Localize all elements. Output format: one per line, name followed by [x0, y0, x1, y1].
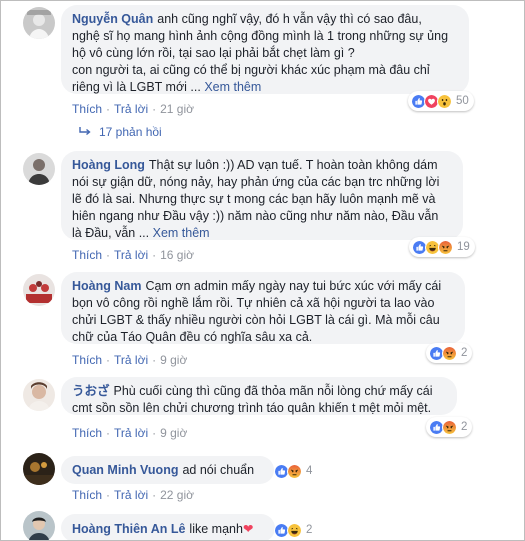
reaction-count: 4	[306, 465, 313, 477]
angry-face-icon	[287, 463, 302, 479]
comment-text-line: là Đầu, vẫn ...	[72, 226, 150, 240]
comment-text-line: riêng vì là LGBT mới ...	[72, 80, 201, 94]
avatar[interactable]	[23, 453, 55, 485]
reaction-count: 50	[456, 95, 469, 107]
reaction-count: 19	[457, 241, 470, 253]
comment-text: like mạnh	[189, 522, 243, 536]
comment-actions: Thích · Trả lời · 22 giờ	[72, 488, 194, 502]
avatar[interactable]	[23, 379, 55, 411]
comment-text-line: Phù cuối cùng thì cũng đã thỏa mãn nỗi l…	[113, 384, 433, 398]
comments-panel: Nguyễn Quân anh cũng nghĩ vậy, đó h vẫn v…	[0, 0, 525, 541]
timestamp[interactable]: 21 giờ	[160, 102, 194, 116]
view-replies-link[interactable]: 17 phản hồi	[79, 125, 162, 139]
avatar[interactable]	[23, 7, 55, 39]
comment-text-line: bọn vô công rồi nghề lắm rồi. Tự nhiên c…	[72, 296, 435, 310]
reaction-count: 2	[461, 347, 468, 359]
timestamp[interactable]: 9 giờ	[160, 353, 187, 367]
avatar[interactable]	[23, 274, 55, 306]
comment-text-line: nghệ sĩ họ mang hình ảnh cộng đồng mình …	[72, 29, 449, 43]
comment-bubble: うおざ Phù cuối cùng thì cũng đã thỏa mãn nỗ…	[61, 377, 457, 415]
comment-text-line: cmt sồn sồn lên chửi chương trình táo qu…	[72, 401, 432, 415]
replies-count-label[interactable]: 17 phản hồi	[99, 125, 162, 139]
comment-text-line: chửi LGBT & thấy nhiều người còn hỏi LGB…	[72, 313, 440, 327]
comment-text-line: hiên ngang như Đầu vậy :)) năm nào cũng …	[72, 209, 439, 223]
timestamp[interactable]: 22 giờ	[160, 488, 194, 502]
reply-link[interactable]: Trả lời	[114, 353, 148, 367]
reaction-summary[interactable]: 2	[426, 417, 473, 437]
angry-face-icon	[438, 239, 453, 255]
avatar[interactable]	[23, 511, 55, 540]
angry-face-icon	[442, 419, 457, 435]
reply-link[interactable]: Trả lời	[114, 102, 148, 116]
reaction-summary[interactable]: 19	[409, 237, 475, 257]
comment-bubble: Hoàng Thiên An Lê like mạnh❤	[61, 514, 275, 540]
wow-face-icon	[437, 93, 452, 109]
comment-text-line: hộ vô cùng lớn rồi, tại sao lại phải bắt…	[72, 46, 355, 60]
comment-text-line: Thật sự luôn :)) AD vạn tuế. T hoàn toàn…	[148, 158, 438, 172]
comment-bubble: Hoàng Nam Cạm ơn admin mấy ngày nay tui b…	[61, 272, 465, 344]
comment-text-line: con người ta, ai cũng có thể bị người kh…	[72, 63, 430, 77]
like-link[interactable]: Thích	[72, 353, 102, 367]
comment-actions: Thích · Trả lời · 9 giờ	[72, 353, 188, 367]
comment-text-line: chữ của Táo Quân đều có nghĩa sâu xa cả.	[72, 330, 313, 344]
like-link[interactable]: Thích	[72, 248, 102, 262]
comment-actions: Thích · Trả lời · 16 giờ	[72, 248, 194, 262]
like-link[interactable]: Thích	[72, 426, 102, 440]
reaction-summary[interactable]: 4	[271, 461, 317, 481]
author-name[interactable]: うおざ	[72, 384, 110, 398]
see-more-link[interactable]: Xem thêm	[204, 80, 261, 94]
like-link[interactable]: Thích	[72, 102, 102, 116]
comment-text-line: anh cũng nghĩ vậy, đó h vẫn vậy thì có s…	[157, 12, 422, 26]
comment-text-line: lẽ đó là sai. Nhưng thực sự t mong các b…	[72, 192, 436, 206]
author-name[interactable]: Hoàng Nam	[72, 279, 141, 293]
timestamp[interactable]: 9 giờ	[160, 426, 187, 440]
reply-link[interactable]: Trả lời	[114, 248, 148, 262]
comment-bubble: Nguyễn Quân anh cũng nghĩ vậy, đó h vẫn v…	[61, 5, 469, 94]
author-name[interactable]: Hoàng Long	[72, 158, 145, 172]
reaction-summary[interactable]: 2	[426, 343, 473, 363]
see-more-link[interactable]: Xem thêm	[153, 226, 210, 240]
timestamp[interactable]: 16 giờ	[160, 248, 194, 262]
author-name[interactable]: Hoàng Thiên An Lê	[72, 522, 185, 536]
comment-bubble: Hoàng Long Thật sự luôn :)) AD vạn tuế. T…	[61, 151, 463, 240]
heart-emoji: ❤	[242, 521, 254, 536]
avatar[interactable]	[23, 153, 55, 185]
reaction-count: 2	[461, 421, 468, 433]
author-name[interactable]: Nguyễn Quân	[72, 12, 153, 26]
comment-text-line: nói sự giận dữ, nóng nảy, hay phản ứng c…	[72, 175, 440, 189]
reply-link[interactable]: Trả lời	[114, 426, 148, 440]
comment-bubble: Quan Minh Vuong ad nói chuẩn	[61, 456, 274, 484]
author-name[interactable]: Quan Minh Vuong	[72, 463, 178, 477]
reaction-summary[interactable]: 2	[271, 520, 317, 540]
haha-face-icon	[287, 522, 302, 538]
reaction-summary[interactable]: 50	[408, 91, 474, 111]
reply-link[interactable]: Trả lời	[114, 488, 148, 502]
reaction-count: 2	[306, 524, 313, 536]
comment-actions: Thích · Trả lời · 9 giờ	[72, 426, 188, 440]
comment-text: ad nói chuẩn	[182, 463, 255, 477]
comment-actions: Thích · Trả lời · 21 giờ	[72, 102, 194, 116]
like-link[interactable]: Thích	[72, 488, 102, 502]
comment-text-line: Cạm ơn admin mấy ngày nay tui bức xúc vớ…	[145, 279, 442, 293]
reply-arrow-icon	[79, 127, 91, 136]
angry-face-icon	[442, 345, 457, 361]
